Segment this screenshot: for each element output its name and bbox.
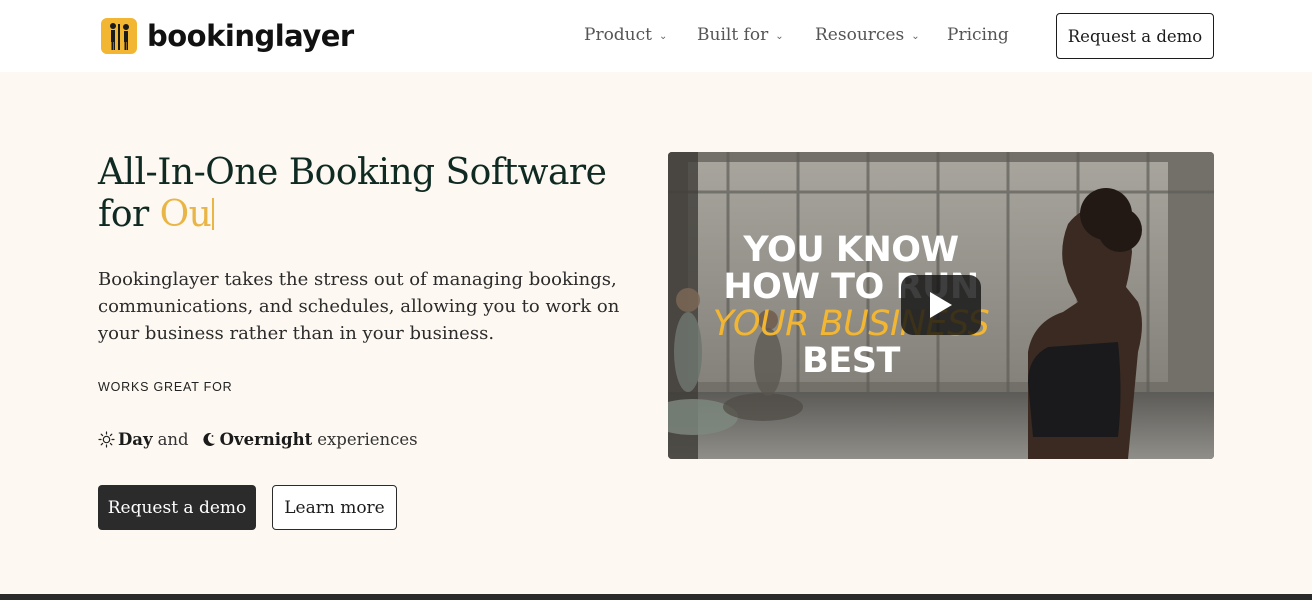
play-icon <box>930 292 952 318</box>
sun-icon <box>98 431 115 448</box>
brand-logo[interactable]: bookinglayer <box>101 17 354 55</box>
nav-pricing-label: Pricing <box>947 25 1009 45</box>
nav-resources-label: Resources <box>815 25 905 45</box>
hero-title-prefix: for <box>98 194 149 235</box>
request-demo-button[interactable]: Request a demo <box>98 485 256 530</box>
video-line1: YOU KNOW <box>743 230 959 270</box>
experience-and: and <box>157 430 189 449</box>
nav-built-for-label: Built for <box>697 25 769 45</box>
nav-product-label: Product <box>584 25 652 45</box>
nav-pricing[interactable]: Pricing <box>947 25 1009 45</box>
promo-video[interactable]: YOU KNOW HOW TO RUN YOUR BUSINESS BEST <box>668 152 1214 459</box>
experience-suffix: experiences <box>317 430 418 449</box>
learn-more-button[interactable]: Learn more <box>272 485 397 530</box>
next-section-edge <box>0 594 1312 600</box>
hero-title-typed: Ou <box>159 194 212 235</box>
works-great-for-label: WORKS GREAT FOR <box>98 380 233 394</box>
chevron-down-icon: ⌄ <box>775 30 784 42</box>
typing-cursor <box>212 198 215 230</box>
hero-description: Bookinglayer takes the stress out of man… <box>98 269 620 344</box>
chevron-down-icon: ⌄ <box>658 30 668 42</box>
logo-icon <box>101 18 137 54</box>
play-button[interactable] <box>901 275 981 335</box>
site-header: bookinglayer Product ⌄ Built for ⌄ Resou… <box>0 0 1312 72</box>
hero-title-line1: All-In-One Booking Software <box>98 152 607 193</box>
moon-icon <box>200 431 217 448</box>
nav-built-for[interactable]: Built for ⌄ <box>697 25 784 45</box>
brand-name: bookinglayer <box>147 19 354 53</box>
nav-product[interactable]: Product ⌄ <box>584 25 667 45</box>
video-line4: BEST <box>802 341 900 381</box>
hero-title: All-In-One Booking Software for Ou <box>98 152 638 236</box>
experience-overnight: Overnight <box>219 430 313 449</box>
header-request-demo-button[interactable]: Request a demo <box>1056 13 1214 59</box>
nav-resources[interactable]: Resources ⌄ <box>815 25 920 45</box>
chevron-down-icon: ⌄ <box>911 30 920 42</box>
experiences-line: Day and Overnight experiences <box>98 430 418 449</box>
experience-day: Day <box>118 430 153 449</box>
